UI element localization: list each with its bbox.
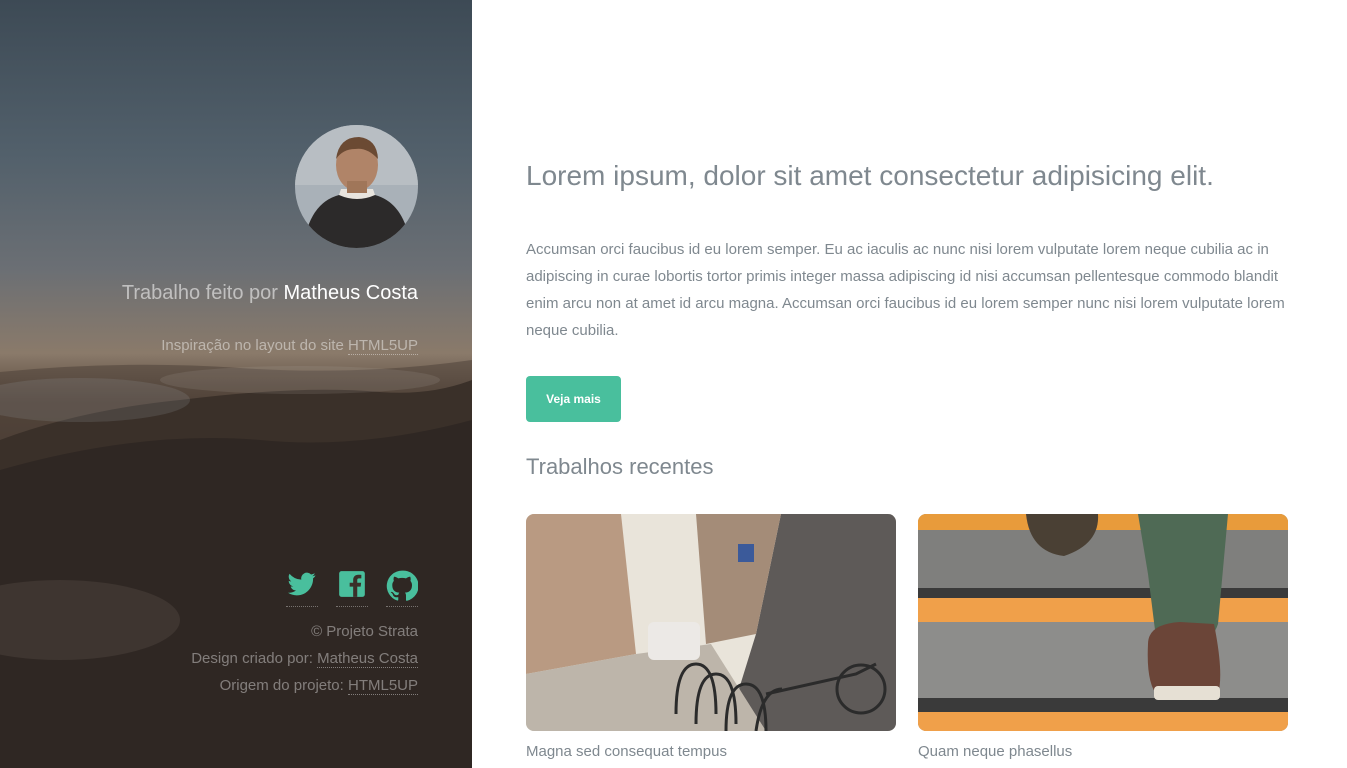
main-content: Lorem ipsum, dolor sit amet consectetur …	[472, 0, 1347, 768]
work-thumbnail-street[interactable]	[526, 514, 896, 731]
html5up-link[interactable]: HTML5UP	[347, 337, 418, 355]
social-item-facebook[interactable]	[336, 570, 368, 607]
design-credit-prefix: Design criado por:	[191, 650, 313, 667]
inspiration-credit: Inspiração no layout do site HTML5UP	[161, 337, 418, 355]
page-headline: Lorem ipsum, dolor sit amet consectetur …	[526, 160, 1214, 191]
copyright: © Projeto Strata	[311, 623, 418, 640]
author-name: Matheus Costa	[283, 282, 418, 304]
origin-credit-prefix: Origem do projeto:	[219, 677, 344, 694]
origin-credit: Origem do projeto: HTML5UP	[191, 672, 418, 699]
avatar	[295, 125, 418, 248]
facebook-icon[interactable]	[338, 570, 366, 598]
github-icon[interactable]	[386, 570, 418, 602]
work-thumbnail-stairs[interactable]	[918, 514, 1288, 731]
work-title: Quam neque phasellus	[918, 743, 1073, 760]
origin-link[interactable]: HTML5UP	[347, 677, 418, 695]
see-more-button[interactable]: Veja mais	[526, 376, 621, 422]
work-title: Magna sed consequat tempus	[526, 743, 727, 760]
sidebar: Trabalho feito por Matheus Costa Inspira…	[0, 0, 472, 768]
social-item-twitter[interactable]	[286, 570, 318, 607]
work-item-street: Magna sed consequat tempus	[526, 514, 896, 760]
designer-link[interactable]: Matheus Costa	[317, 650, 418, 668]
work-item-stairs: Quam neque phasellus	[918, 514, 1288, 760]
design-credit: Design criado por: Matheus Costa	[191, 645, 418, 672]
social-links	[286, 570, 418, 607]
intro-prefix: Trabalho feito por	[121, 282, 278, 304]
avatar-image	[295, 125, 418, 248]
twitter-icon[interactable]	[286, 570, 318, 598]
credit-prefix: Inspiração no layout do site	[161, 337, 344, 354]
social-item-github[interactable]	[386, 570, 418, 607]
author-intro: Trabalho feito por Matheus Costa	[122, 282, 418, 305]
recent-works-title: Trabalhos recentes	[526, 454, 714, 479]
sidebar-footer: © Projeto Strata Design criado por: Math…	[191, 618, 418, 699]
intro-paragraph: Accumsan orci faucibus id eu lorem sempe…	[526, 241, 1285, 339]
